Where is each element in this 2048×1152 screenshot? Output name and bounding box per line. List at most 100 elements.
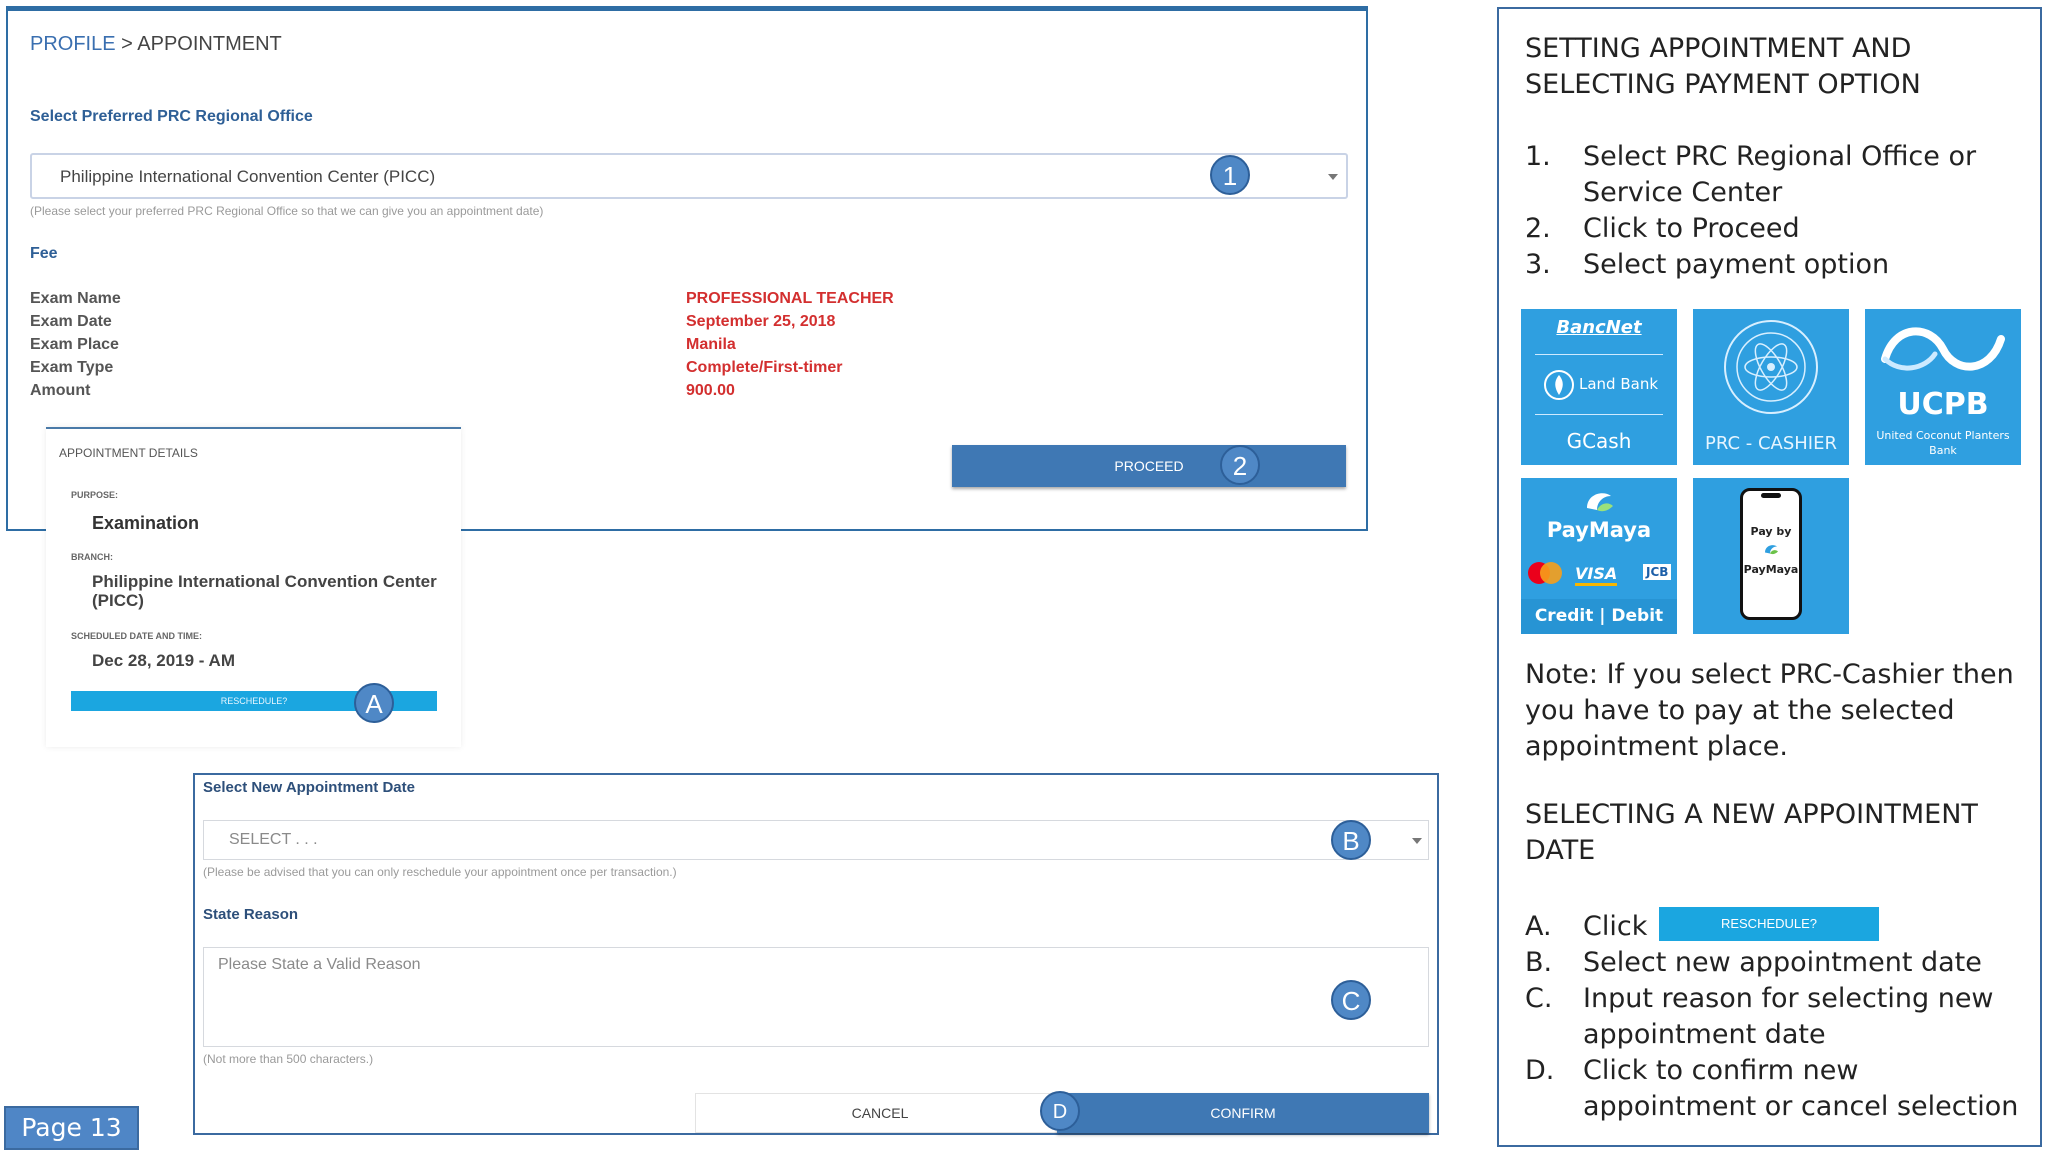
step-badge-b: B [1331, 820, 1371, 860]
page-number-label: Page 13 [4, 1106, 139, 1150]
fee-label: Amount [30, 382, 91, 399]
tile-prc-cashier[interactable]: PRC - CASHIER [1693, 309, 1849, 465]
paymaya-label: PayMaya [1546, 518, 1652, 542]
branch-label: BRANCH: [71, 552, 113, 562]
breadcrumb-current: APPOINTMENT [137, 33, 282, 55]
step-badge-1: 1 [1210, 155, 1250, 195]
fee-label: Exam Place [30, 336, 119, 353]
ucpb-sub2: Bank [1929, 444, 1957, 457]
new-date-select[interactable]: SELECT . . . [203, 820, 1429, 860]
reason-placeholder: Please State a Valid Reason [218, 956, 421, 973]
office-select-label: Select Preferred PRC Regional Office [30, 108, 313, 125]
phone-notch [1761, 493, 1781, 498]
fee-row: Exam Place Manila [30, 336, 1130, 359]
paymaya-mini-icon [1765, 545, 1778, 555]
fee-value: September 25, 2018 [686, 313, 836, 330]
prc-cashier-label: PRC - CASHIER [1704, 433, 1837, 454]
paymaya-logo-icon [1587, 493, 1613, 512]
fee-value: 900.00 [686, 382, 735, 399]
office-select-value: Philippine International Convention Cent… [60, 167, 436, 186]
jcb-label: JCB [1643, 564, 1672, 580]
purpose-label: PURPOSE: [71, 490, 119, 500]
tile-bancnet-landbank-gcash[interactable]: BancNet Land Bank GCash [1521, 309, 1677, 465]
new-date-label: Select New Appointment Date [203, 779, 415, 796]
ucpb-sub1: United Coconut Planters [1876, 429, 2010, 442]
fee-row: Exam Date September 25, 2018 [30, 313, 1130, 336]
note-line3: appointment place. [1525, 731, 1788, 762]
step-text: Input reason for selecting new [1583, 983, 1994, 1014]
step-number: 2. [1525, 213, 1551, 244]
step-number: D. [1525, 1055, 1555, 1086]
cancel-button[interactable]: CANCEL [695, 1093, 1065, 1133]
step-badge-c: C [1331, 980, 1371, 1020]
paymaya-phone-label: PayMaya [1743, 563, 1799, 576]
new-date-hint: (Please be advised that you can only res… [203, 865, 677, 879]
credit-debit-label: Credit | Debit [1534, 606, 1664, 626]
ucpb-logo-icon [1881, 327, 2005, 371]
instructions-panel: SETTING APPOINTMENT AND SELECTING PAYMEN… [1497, 7, 2042, 1147]
step-text: Select new appointment date [1583, 947, 1982, 978]
visa-label: VISA [1575, 564, 1618, 586]
confirm-button[interactable]: CONFIRM [1057, 1093, 1429, 1133]
breadcrumb-profile-link[interactable]: PROFILE [30, 33, 116, 55]
fee-value: Manila [686, 336, 736, 353]
divider [1535, 354, 1663, 355]
chevron-down-icon [1412, 838, 1422, 844]
step-number: B. [1525, 947, 1553, 978]
step-badge-2: 2 [1220, 445, 1260, 485]
step-text-cont: appointment date [1583, 1019, 1826, 1050]
payment-steps-list: 1. Select PRC Regional Office or Service… [1525, 139, 2025, 289]
landbank-logo-icon [1544, 370, 1574, 400]
fee-value: PROFESSIONAL TEACHER [686, 290, 894, 307]
purpose-value: Examination [92, 513, 200, 533]
divider [1535, 414, 1663, 415]
branch-value-line1: Philippine International Convention Cent… [92, 572, 437, 591]
fee-label: Exam Name [30, 290, 121, 307]
fee-row: Exam Type Complete/First-timer [30, 359, 1130, 382]
step-badge-a: A [354, 683, 394, 723]
phone-icon: Pay by PayMaya [1740, 488, 1802, 620]
fee-label: Exam Type [30, 359, 114, 376]
fee-row: Amount 900.00 [30, 382, 1130, 405]
instructions-heading-line1: SETTING APPOINTMENT AND [1525, 33, 1912, 64]
step-number: 1. [1525, 141, 1551, 172]
office-select[interactable]: Philippine International Convention Cent… [30, 153, 1348, 199]
tile-ucpb[interactable]: UCPB United Coconut Planters Bank [1865, 309, 2021, 465]
reschedule-heading-line1: SELECTING A NEW APPOINTMENT [1525, 799, 1978, 830]
reason-hint: (Not more than 500 characters.) [203, 1052, 374, 1066]
tile-pay-by-paymaya[interactable]: Pay by PayMaya [1693, 478, 1849, 634]
note-line2: you have to pay at the selected [1525, 695, 1955, 726]
tile-paymaya-card[interactable]: PayMaya VISA JCB Credit | Debit [1521, 478, 1677, 634]
fee-title: Fee [30, 245, 58, 262]
breadcrumb: PROFILE > APPOINTMENT [30, 33, 282, 56]
new-date-placeholder: SELECT . . . [229, 831, 318, 848]
step-number: C. [1525, 983, 1553, 1014]
step-text: Click to confirm new [1583, 1055, 1859, 1086]
bancnet-label: BancNet [1556, 317, 1642, 338]
branch-value-line2: (PICC) [92, 591, 144, 610]
gcash-label: GCash [1566, 429, 1632, 453]
step-text-cont: appointment or cancel selection [1583, 1091, 2019, 1122]
prc-seal-icon [1724, 320, 1818, 414]
step-text-cont: Service Center [1583, 177, 1783, 208]
step-number: A. [1525, 911, 1552, 942]
reason-label: State Reason [203, 906, 299, 923]
reschedule-sample-button: RESCHEDULE? [1659, 907, 1879, 941]
proceed-button[interactable]: PROCEED [952, 445, 1346, 487]
step-text: Click to Proceed [1583, 213, 1800, 244]
step-text: Click [1583, 911, 1648, 942]
schedule-value: Dec 28, 2019 - AM [92, 651, 235, 670]
appointment-details-card: APPOINTMENT DETAILS PURPOSE: Examination… [46, 427, 461, 747]
details-title: APPOINTMENT DETAILS [59, 446, 198, 460]
step-text: Select payment option [1583, 249, 1890, 280]
fee-value: Complete/First-timer [686, 359, 843, 376]
reschedule-steps-list: A. Click RESCHEDULE? B. Select new appoi… [1525, 907, 2025, 1139]
chevron-down-icon [1328, 174, 1338, 180]
reason-textarea[interactable]: Please State a Valid Reason [203, 947, 1429, 1047]
reschedule-heading-line2: DATE [1525, 835, 1596, 866]
instructions-heading-line2: SELECTING PAYMENT OPTION [1525, 69, 1921, 100]
fee-table: Exam Name PROFESSIONAL TEACHER Exam Date… [30, 290, 1130, 405]
step-badge-d: D [1040, 1091, 1080, 1131]
reschedule-form-panel: Select New Appointment Date SELECT . . .… [193, 773, 1439, 1135]
schedule-label: SCHEDULED DATE AND TIME: [71, 631, 202, 641]
